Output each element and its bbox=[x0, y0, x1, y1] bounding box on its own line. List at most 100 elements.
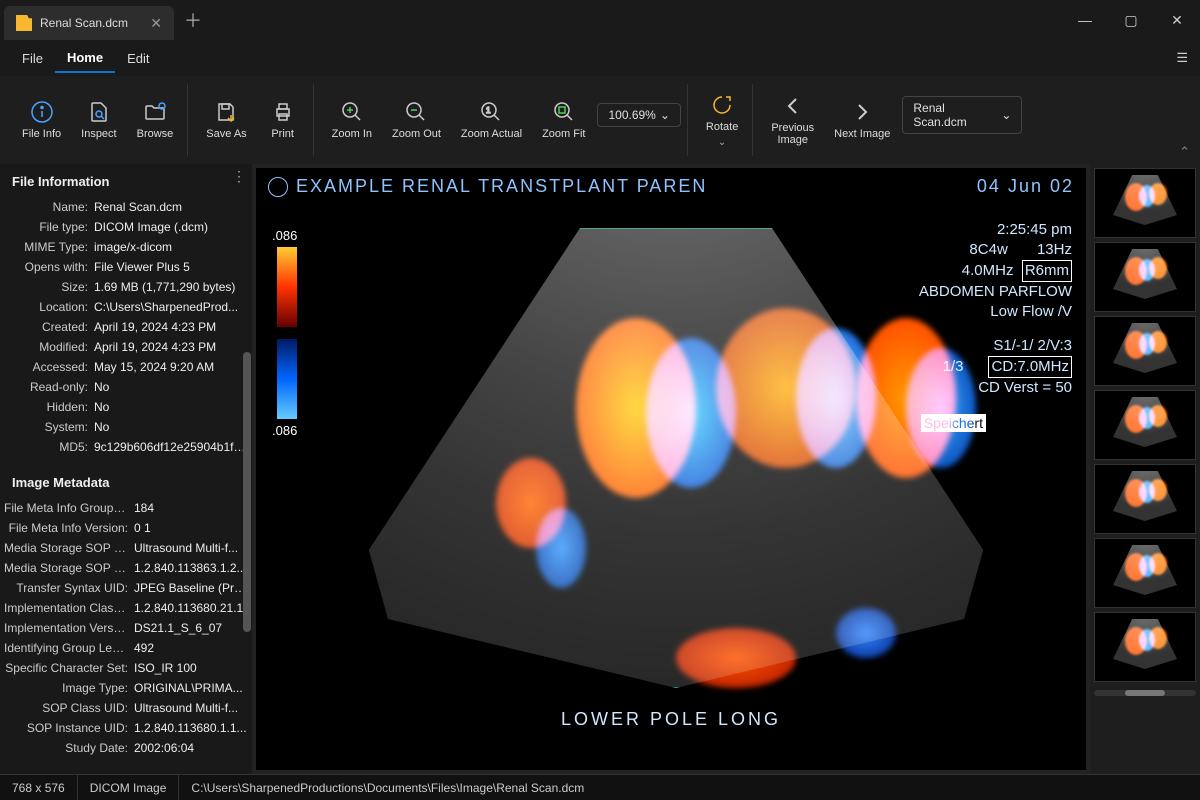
file-icon bbox=[16, 15, 32, 31]
thumbnail[interactable] bbox=[1094, 464, 1196, 534]
meta-row: SOP Class UID:Ultrasound Multi-f... bbox=[0, 698, 252, 718]
rotate-button[interactable]: Rotate ⌄ bbox=[698, 89, 746, 152]
info-value: image/x-dicom bbox=[94, 237, 248, 257]
print-button[interactable]: Print bbox=[259, 96, 307, 144]
thumbnail-strip bbox=[1090, 164, 1200, 774]
maximize-button[interactable]: ▢ bbox=[1108, 0, 1154, 40]
thumbnail[interactable] bbox=[1094, 538, 1196, 608]
info-value: C:\Users\SharpenedProd... bbox=[94, 297, 248, 317]
inspect-button[interactable]: Inspect bbox=[73, 96, 124, 144]
menu-edit[interactable]: Edit bbox=[115, 45, 161, 72]
file-info-button[interactable]: File Info bbox=[14, 96, 69, 144]
zoom-percent-dropdown[interactable]: 100.69% ⌄ bbox=[597, 103, 680, 127]
file-dropdown[interactable]: Renal Scan.dcm ⌄ bbox=[902, 96, 1022, 134]
info-value: DICOM Image (.dcm) bbox=[94, 217, 248, 237]
meta-key: SOP Class UID: bbox=[4, 698, 134, 718]
status-dimensions: 768 x 576 bbox=[0, 775, 78, 800]
meta-value: JPEG Baseline (Pro... bbox=[134, 578, 248, 598]
image-viewer[interactable]: EXAMPLE RENAL TRANSTPLANT PAREN 04 Jun 0… bbox=[252, 164, 1090, 774]
thumbnail[interactable] bbox=[1094, 316, 1196, 386]
thumbnail[interactable] bbox=[1094, 612, 1196, 682]
color-scale: .086 .086 bbox=[272, 228, 297, 438]
scanner-logo-icon bbox=[268, 177, 288, 197]
zoom-actual-icon: 1 bbox=[479, 100, 503, 124]
thumbnail-scrollbar[interactable] bbox=[1094, 690, 1196, 696]
meta-key: Implementation Class ... bbox=[4, 598, 134, 618]
save-as-button[interactable]: Save As bbox=[198, 96, 254, 144]
zoom-out-button[interactable]: Zoom Out bbox=[384, 96, 449, 144]
status-filetype: DICOM Image bbox=[78, 775, 180, 800]
info-key: MIME Type: bbox=[4, 237, 94, 257]
status-bar: 768 x 576 DICOM Image C:\Users\Sharpened… bbox=[0, 774, 1200, 800]
info-value: May 15, 2024 9:20 AM bbox=[94, 357, 248, 377]
menu-file[interactable]: File bbox=[10, 45, 55, 72]
thumbnail[interactable] bbox=[1094, 390, 1196, 460]
meta-row: Transfer Syntax UID:JPEG Baseline (Pro..… bbox=[0, 578, 252, 598]
meta-row: File Meta Info Group L...184 bbox=[0, 498, 252, 518]
meta-key: File Meta Info Group L... bbox=[4, 498, 134, 518]
info-key: Modified: bbox=[4, 337, 94, 357]
status-path: C:\Users\SharpenedProductions\Documents\… bbox=[179, 775, 596, 800]
meta-key: Identifying Group Len... bbox=[4, 638, 134, 658]
sidebar-scrollbar[interactable] bbox=[242, 164, 252, 774]
meta-key: Study Date: bbox=[4, 738, 134, 758]
meta-value: 184 bbox=[134, 498, 248, 518]
minimize-button[interactable]: — bbox=[1062, 0, 1108, 40]
thumbnail[interactable] bbox=[1094, 168, 1196, 238]
file-info-row: Size:1.69 MB (1,771,290 bytes) bbox=[0, 277, 252, 297]
info-value: No bbox=[94, 397, 248, 417]
menu-home[interactable]: Home bbox=[55, 44, 115, 73]
tab-active[interactable]: Renal Scan.dcm ✕ bbox=[4, 6, 174, 40]
meta-row: Identifying Group Len...492 bbox=[0, 638, 252, 658]
meta-value: ORIGINAL\PRIMA... bbox=[134, 678, 248, 698]
zoom-fit-button[interactable]: Zoom Fit bbox=[534, 96, 593, 144]
meta-row: SOP Instance UID:1.2.840.113680.1.1... bbox=[0, 718, 252, 738]
collapse-ribbon-icon[interactable]: ⌃ bbox=[1179, 144, 1190, 160]
meta-row: Implementation Versio...DS21.1_S_6_07 bbox=[0, 618, 252, 638]
file-info-row: Accessed:May 15, 2024 9:20 AM bbox=[0, 357, 252, 377]
new-tab-button[interactable]: ＋ bbox=[184, 7, 202, 33]
ribbon: File Info Inspect Browse Save As Print Z… bbox=[0, 76, 1200, 164]
prev-image-button[interactable]: Previous Image bbox=[763, 90, 822, 150]
file-info-row: Location:C:\Users\SharpenedProd... bbox=[0, 297, 252, 317]
scan-date: 04 Jun 02 bbox=[977, 176, 1074, 197]
next-image-button[interactable]: Next Image bbox=[826, 96, 898, 144]
zoom-in-button[interactable]: Zoom In bbox=[324, 96, 380, 144]
info-value: No bbox=[94, 417, 248, 437]
meta-key: Specific Character Set: bbox=[4, 658, 134, 678]
close-window-button[interactable]: ✕ bbox=[1154, 0, 1200, 40]
meta-row: Implementation Class ...1.2.840.113680.2… bbox=[0, 598, 252, 618]
rotate-icon bbox=[710, 93, 734, 117]
hamburger-icon[interactable]: ☰ bbox=[1176, 50, 1188, 66]
meta-value: Ultrasound Multi-f... bbox=[134, 698, 248, 718]
meta-key: Implementation Versio... bbox=[4, 618, 134, 638]
info-key: MD5: bbox=[4, 437, 94, 457]
meta-value: 2002:06:04 bbox=[134, 738, 248, 758]
meta-value: 1.2.840.113680.1.1... bbox=[134, 718, 248, 738]
info-value: No bbox=[94, 377, 248, 397]
info-value: 1.69 MB (1,771,290 bytes) bbox=[94, 277, 248, 297]
meta-value: DS21.1_S_6_07 bbox=[134, 618, 248, 638]
info-key: Opens with: bbox=[4, 257, 94, 277]
file-info-heading: File Information bbox=[0, 164, 252, 197]
zoom-out-icon bbox=[404, 100, 428, 124]
meta-row: Media Storage SOP Ins...1.2.840.113863.1… bbox=[0, 558, 252, 578]
info-key: Read-only: bbox=[4, 377, 94, 397]
file-info-row: Opens with:File Viewer Plus 5 bbox=[0, 257, 252, 277]
ultrasound-image bbox=[316, 228, 1036, 728]
browse-button[interactable]: Browse bbox=[129, 96, 182, 144]
zoom-actual-button[interactable]: 1 Zoom Actual bbox=[453, 96, 530, 144]
info-key: Location: bbox=[4, 297, 94, 317]
info-value: Renal Scan.dcm bbox=[94, 197, 248, 217]
info-key: File type: bbox=[4, 217, 94, 237]
save-icon bbox=[214, 100, 238, 124]
close-tab-icon[interactable]: ✕ bbox=[150, 15, 162, 32]
meta-row: File Meta Info Version:0 1 bbox=[0, 518, 252, 538]
zoom-in-icon bbox=[340, 100, 364, 124]
scan-caption: LOWER POLE LONG bbox=[256, 709, 1086, 730]
info-key: Size: bbox=[4, 277, 94, 297]
chevron-down-icon: ⌄ bbox=[718, 137, 726, 148]
file-info-row: File type:DICOM Image (.dcm) bbox=[0, 217, 252, 237]
meta-key: Media Storage SOP Cla... bbox=[4, 538, 134, 558]
thumbnail[interactable] bbox=[1094, 242, 1196, 312]
